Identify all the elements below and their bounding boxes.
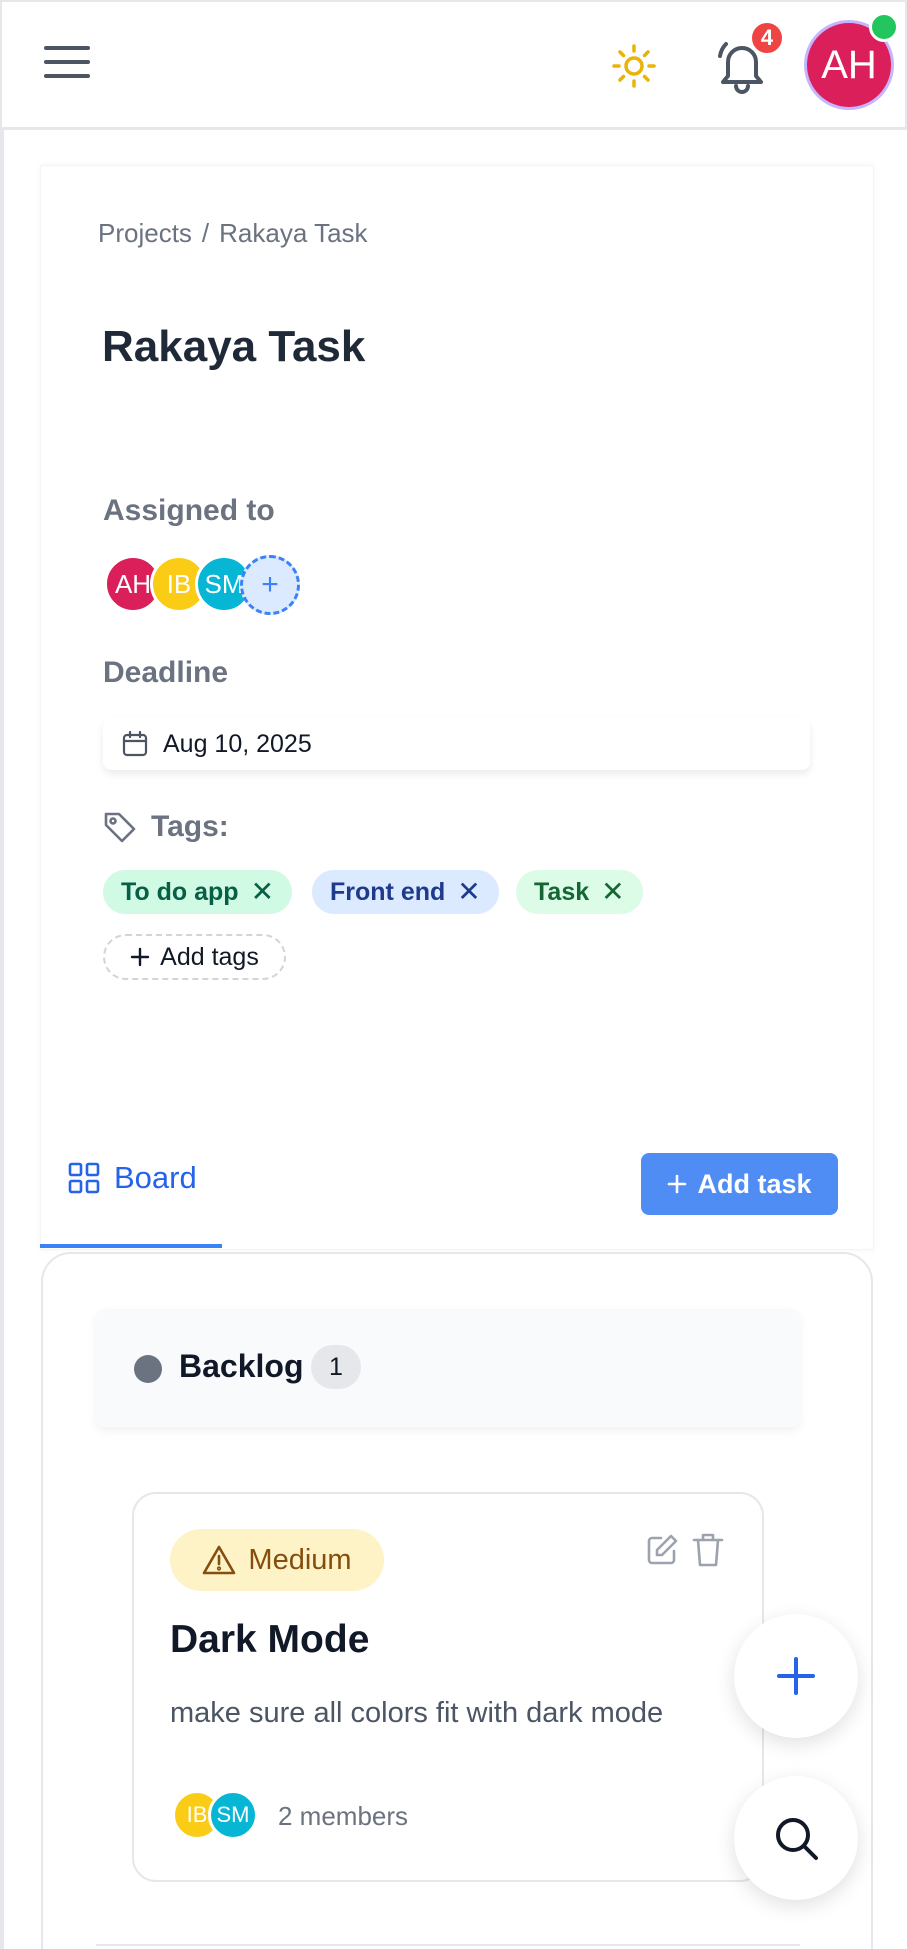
remove-tag-icon[interactable]: ✕ <box>457 878 480 906</box>
assigned-to-label: Assigned to <box>103 494 275 527</box>
breadcrumb: Projects / Rakaya Task <box>98 218 368 249</box>
next-column-edge <box>96 1944 800 1946</box>
breadcrumb-separator: / <box>201 218 210 248</box>
page-title: Rakaya Task <box>102 322 366 371</box>
tag-icon <box>104 812 136 843</box>
column-title: Backlog <box>179 1348 304 1384</box>
assignee-avatars: AH IB SM + <box>104 555 304 617</box>
floating-search-button[interactable] <box>734 1776 858 1900</box>
notification-count-badge: 4 <box>749 20 785 56</box>
tag-chip: To do app ✕ <box>103 870 293 914</box>
add-assignee-button[interactable]: + <box>240 555 300 615</box>
edit-icon[interactable] <box>645 1533 679 1567</box>
active-tab-indicator <box>40 1244 222 1248</box>
members-count-text: 2 members <box>278 1801 409 1831</box>
tab-board[interactable]: Board <box>68 1160 197 1196</box>
tab-board-label: Board <box>114 1160 197 1195</box>
add-tags-button[interactable]: Add tags <box>103 934 286 980</box>
breadcrumb-current: Rakaya Task <box>219 218 368 248</box>
plus-icon <box>777 1657 815 1695</box>
task-member-avatars: IB SM <box>172 1790 272 1842</box>
add-task-label: Add task <box>697 1168 812 1199</box>
search-icon <box>776 1818 818 1860</box>
column-status-dot <box>134 1355 162 1383</box>
add-task-button[interactable]: Add task <box>641 1153 838 1215</box>
tag-chip: Task ✕ <box>516 870 643 914</box>
column-count-badge: 1 <box>311 1345 361 1389</box>
menu-icon[interactable] <box>44 46 90 86</box>
sidebar-edge <box>0 130 4 1949</box>
warning-icon <box>203 1545 236 1575</box>
priority-label: Medium <box>248 1543 352 1576</box>
avatar: SM <box>208 1790 258 1840</box>
online-status-dot <box>869 12 899 42</box>
tags-heading: Tags: <box>103 810 229 844</box>
priority-badge: Medium <box>170 1529 384 1591</box>
grid-icon <box>68 1162 100 1194</box>
floating-add-button[interactable] <box>734 1614 858 1738</box>
breadcrumb-projects-link[interactable]: Projects <box>98 218 192 249</box>
sun-icon[interactable] <box>610 42 658 90</box>
trash-icon[interactable] <box>692 1532 724 1568</box>
deadline-field[interactable]: Aug 10, 2025 <box>103 718 810 770</box>
tags-label: Tags: <box>151 810 229 843</box>
tag-label: Front end <box>330 877 446 906</box>
tag-chip: Front end ✕ <box>312 870 499 914</box>
remove-tag-icon[interactable]: ✕ <box>251 878 274 906</box>
deadline-value: Aug 10, 2025 <box>163 729 312 758</box>
add-tags-label: Add tags <box>160 942 259 971</box>
plus-icon <box>668 1174 687 1194</box>
deadline-label: Deadline <box>103 656 229 689</box>
plus-icon <box>130 947 150 967</box>
remove-tag-icon[interactable]: ✕ <box>601 878 624 906</box>
task-description: make sure all colors fit with dark mode <box>170 1697 664 1729</box>
calendar-icon <box>122 730 148 757</box>
tag-label: Task <box>534 877 590 906</box>
tag-label: To do app <box>121 877 239 906</box>
task-title: Dark Mode <box>170 1618 370 1661</box>
